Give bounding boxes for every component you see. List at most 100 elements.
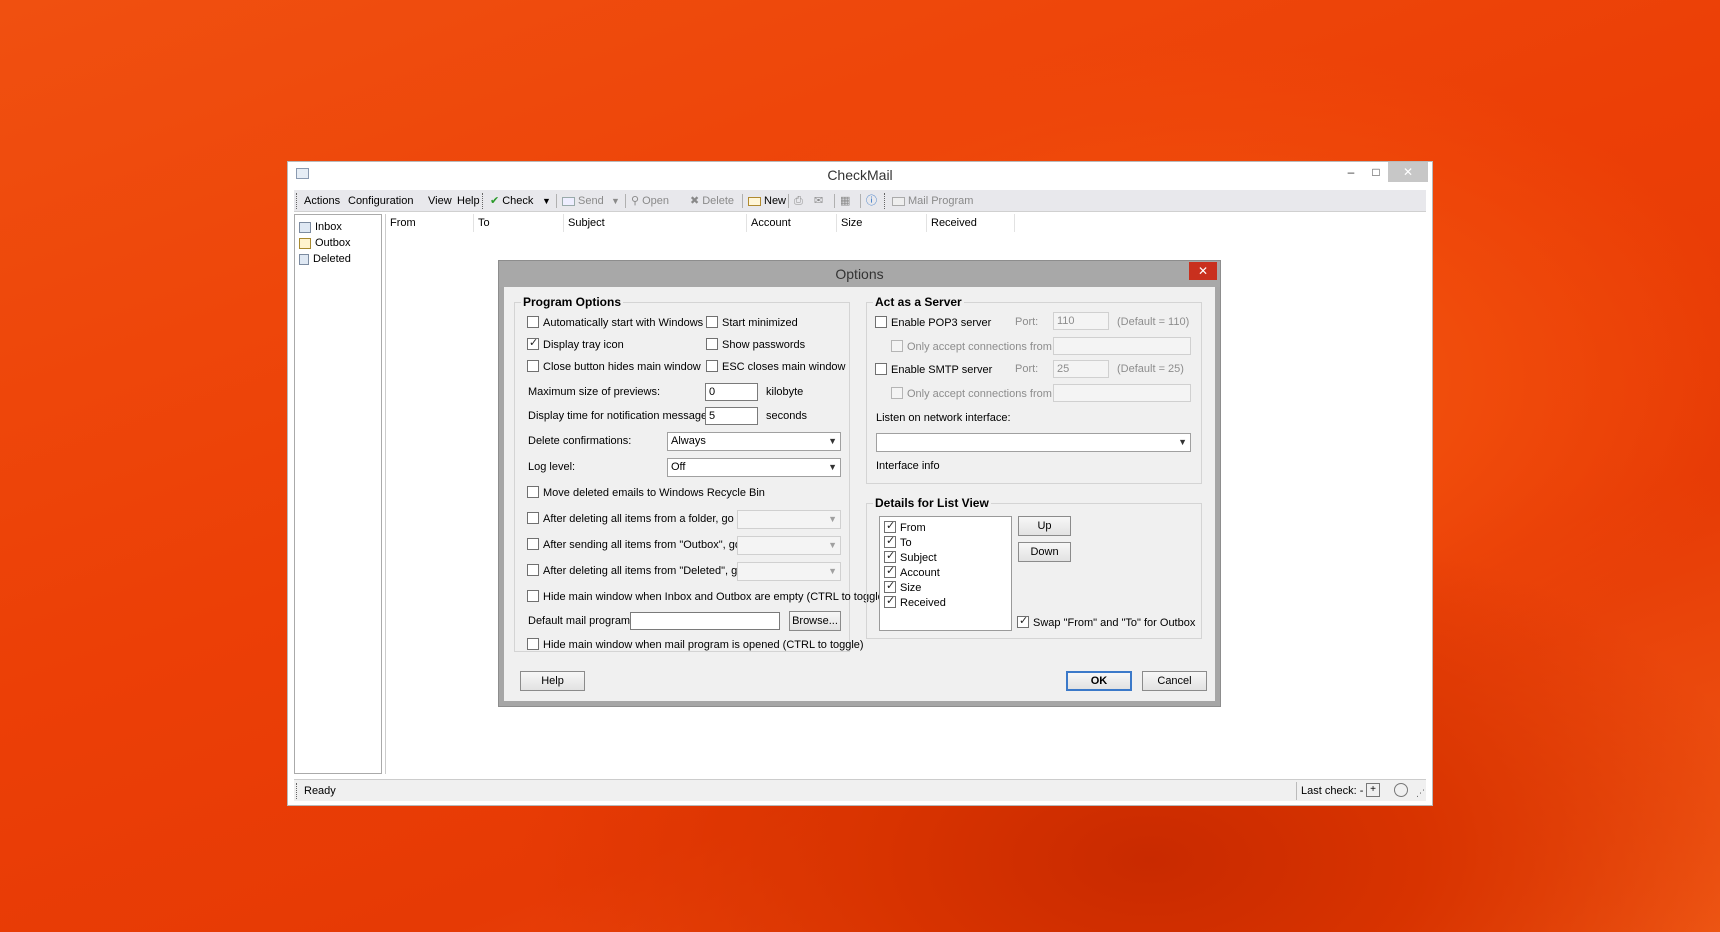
start-minimized-checkbox[interactable]: Start minimized <box>706 316 798 330</box>
after-send-outbox-select[interactable]: ▼ <box>737 536 841 555</box>
send-dropdown[interactable]: ▼ <box>611 190 620 212</box>
info-icon[interactable]: ⓘ <box>866 190 877 212</box>
new-button[interactable]: New <box>748 190 786 212</box>
toolbar-grip[interactable] <box>482 193 484 209</box>
after-delete-folder-checkbox[interactable]: After deleting all items from a folder, … <box>527 512 749 526</box>
dialog-close-button[interactable]: ✕ <box>1189 262 1217 280</box>
detail-subject-checkbox[interactable]: Subject <box>884 549 937 565</box>
menu-help[interactable]: Help <box>457 190 480 212</box>
sound-icon[interactable] <box>1394 783 1408 797</box>
down-button[interactable]: Down <box>1018 542 1071 562</box>
pop3-port-input[interactable]: 110 <box>1053 312 1109 330</box>
delete-button[interactable]: ✖ Delete <box>690 190 734 212</box>
move-recycle-checkbox[interactable]: Move deleted emails to Windows Recycle B… <box>527 486 765 500</box>
resize-grip-icon[interactable]: ⋰ <box>1416 788 1425 799</box>
cancel-button[interactable]: Cancel <box>1142 671 1207 691</box>
mail-program-button[interactable]: Mail Program <box>892 190 973 212</box>
envelope-icon[interactable]: ✉ <box>814 190 823 212</box>
help-button[interactable]: Help <box>520 671 585 691</box>
checkbox-box <box>527 360 539 372</box>
checkbox-box <box>891 340 903 352</box>
chevron-down-icon: ▼ <box>828 540 837 550</box>
folder-tree: Inbox Outbox Deleted <box>294 214 382 774</box>
checkbox-box <box>884 564 896 578</box>
max-preview-input[interactable]: 0 <box>705 383 758 401</box>
dialog-body: Program Options Automatically start with… <box>504 287 1215 701</box>
smtp-only-accept-input[interactable] <box>1053 384 1191 402</box>
add-icon[interactable]: + <box>1366 783 1380 797</box>
open-button[interactable]: ⚲ Open <box>631 190 669 212</box>
column-subject[interactable]: Subject <box>564 214 747 232</box>
smtp-only-accept-checkbox[interactable]: Only accept connections from <box>891 387 1052 401</box>
listen-select[interactable]: ▼ <box>876 433 1191 452</box>
chevron-down-icon: ▼ <box>1178 437 1187 447</box>
pop3-only-accept-checkbox[interactable]: Only accept connections from <box>891 340 1052 354</box>
column-to[interactable]: To <box>474 214 564 232</box>
smtp-port-input[interactable]: 25 <box>1053 360 1109 378</box>
hide-when-opened-checkbox[interactable]: Hide main window when mail program is op… <box>527 638 864 652</box>
log-level-select[interactable]: Off ▼ <box>667 458 841 477</box>
close-button[interactable]: ✕ <box>1388 162 1428 182</box>
checkbox-box <box>875 316 887 328</box>
close-hides-checkbox[interactable]: Close button hides main window <box>527 360 701 374</box>
checkbox-box <box>706 316 718 328</box>
column-account[interactable]: Account <box>747 214 837 232</box>
detail-received-checkbox[interactable]: Received <box>884 594 946 610</box>
check-dropdown[interactable]: ▼ <box>542 190 551 212</box>
checkbox-box <box>884 579 896 593</box>
dialog-title: Options <box>499 261 1220 287</box>
toolbar-grip[interactable] <box>296 193 298 209</box>
menu-configuration[interactable]: Configuration <box>348 190 413 212</box>
auto-start-checkbox[interactable]: Automatically start with Windows <box>527 316 703 330</box>
menu-actions[interactable]: Actions <box>304 190 340 212</box>
interface-info-link[interactable]: Interface info <box>876 459 940 473</box>
check-button[interactable]: ✔ Check <box>490 190 533 212</box>
menu-view[interactable]: View <box>428 190 452 212</box>
pop3-checkbox[interactable]: Enable POP3 server <box>875 316 991 330</box>
hide-when-empty-checkbox[interactable]: Hide main window when Inbox and Outbox a… <box>527 590 887 604</box>
default-mail-input[interactable] <box>630 612 780 630</box>
after-delete-deleted-checkbox[interactable]: After deleting all items from "Deleted",… <box>527 564 759 578</box>
swap-from-to-checkbox[interactable]: Swap "From" and "To" for Outbox <box>1017 614 1195 630</box>
delete-confirmations-select[interactable]: Always ▼ <box>667 432 841 451</box>
folder-inbox[interactable]: Inbox <box>299 220 342 235</box>
smtp-default-text: (Default = 25) <box>1117 363 1184 375</box>
program-options-title: Program Options <box>521 295 624 309</box>
notif-time-label: Display time for notification messages: <box>528 410 716 422</box>
calculator-icon[interactable]: ▦ <box>840 190 850 212</box>
pop3-only-accept-input[interactable] <box>1053 337 1191 355</box>
ok-button[interactable]: OK <box>1066 671 1132 691</box>
display-tray-checkbox[interactable]: Display tray icon <box>527 336 624 352</box>
folder-deleted[interactable]: Deleted <box>299 252 351 267</box>
details-group: Details for List View From To Subject Ac… <box>866 496 1202 639</box>
smtp-checkbox[interactable]: Enable SMTP server <box>875 363 992 377</box>
server-group: Act as a Server Enable POP3 server Port:… <box>866 295 1202 484</box>
details-title: Details for List View <box>873 496 991 510</box>
notif-time-input[interactable]: 5 <box>705 407 758 425</box>
after-delete-folder-select[interactable]: ▼ <box>737 510 841 529</box>
detail-to-checkbox[interactable]: To <box>884 534 912 550</box>
detail-size-checkbox[interactable]: Size <box>884 579 921 595</box>
detail-from-checkbox[interactable]: From <box>884 519 926 535</box>
toolbar-grip[interactable] <box>884 193 886 209</box>
browse-button[interactable]: Browse... <box>789 611 841 631</box>
up-button[interactable]: Up <box>1018 516 1071 536</box>
reply-icon[interactable]: ⎙ <box>794 190 803 212</box>
toolbar: Actions Configuration View Help ✔ Check ▼… <box>294 190 1426 212</box>
after-send-outbox-checkbox[interactable]: After sending all items from "Outbox", g… <box>527 538 756 552</box>
detail-account-checkbox[interactable]: Account <box>884 564 940 580</box>
after-delete-deleted-select[interactable]: ▼ <box>737 562 841 581</box>
column-size[interactable]: Size <box>837 214 927 232</box>
maximize-button[interactable]: □ <box>1363 162 1389 182</box>
checkbox-box <box>527 564 539 576</box>
program-options-group: Program Options Automatically start with… <box>514 295 887 652</box>
folder-outbox[interactable]: Outbox <box>299 236 350 251</box>
checkbox-box <box>527 590 539 602</box>
minimize-button[interactable]: – <box>1338 162 1364 182</box>
checkmark-icon: ✔ <box>490 195 500 208</box>
esc-closes-checkbox[interactable]: ESC closes main window <box>706 360 846 374</box>
column-received[interactable]: Received <box>927 214 1015 232</box>
column-from[interactable]: From <box>386 214 474 232</box>
show-passwords-checkbox[interactable]: Show passwords <box>706 338 805 352</box>
send-button[interactable]: Send <box>562 190 604 212</box>
